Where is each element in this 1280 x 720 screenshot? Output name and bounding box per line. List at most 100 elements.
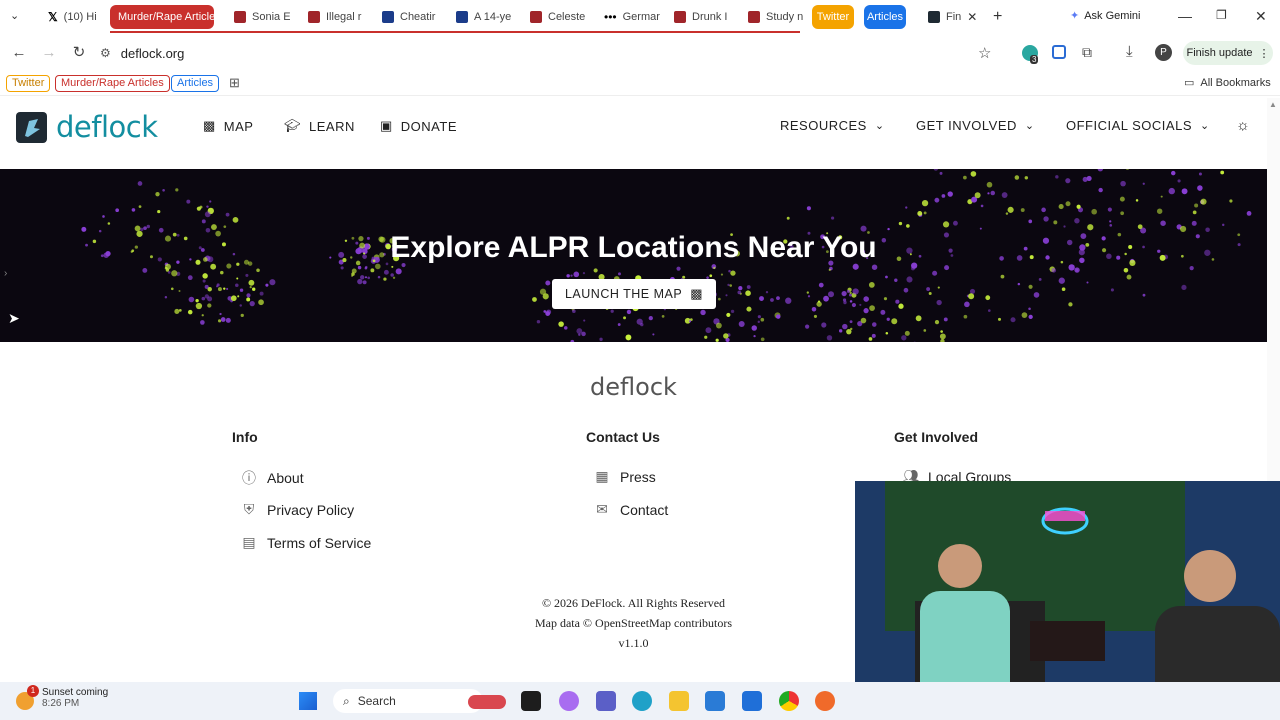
map-dot	[1119, 196, 1125, 202]
finish-update-button[interactable]: Finish update ⋮	[1183, 41, 1273, 65]
minimize-icon[interactable]: —	[1178, 8, 1192, 24]
footer-link-privacy[interactable]: ⛨ Privacy Policy	[241, 501, 354, 518]
map-dot	[933, 169, 938, 171]
tab-drunk[interactable]: Drunk I	[666, 5, 730, 29]
forward-arrow-icon[interactable]: →	[40, 44, 58, 62]
taskbar-app-icon[interactable]	[521, 691, 541, 711]
map-dot	[625, 334, 632, 341]
map-dot	[188, 296, 195, 303]
tab-celeste[interactable]: Celeste	[522, 5, 586, 29]
site-logo-text[interactable]: deflock	[56, 110, 158, 144]
nav-get-involved-dropdown[interactable]: GET INVOLVED ⌄	[916, 118, 1035, 133]
map-dot	[823, 295, 829, 302]
envelope-icon: ✉	[596, 501, 608, 517]
tab-14-year[interactable]: A 14-ye	[448, 5, 512, 29]
taskbar-sneaker-icon[interactable]	[468, 695, 506, 709]
taskbar-chrome-icon[interactable]	[779, 691, 799, 711]
map-dot	[236, 277, 239, 280]
extension-blue-icon[interactable]	[1052, 45, 1066, 59]
theme-toggle-icon[interactable]: ☼	[1236, 117, 1250, 134]
scroll-up-arrow-icon[interactable]: ▲	[1269, 100, 1277, 109]
close-window-icon[interactable]: ✕	[1255, 8, 1267, 25]
map-dot	[367, 276, 370, 280]
tab-sonia[interactable]: Sonia E	[226, 5, 290, 29]
taskbar-firefox-icon[interactable]	[815, 691, 835, 711]
map-dot	[700, 309, 706, 316]
taskbar-store-icon[interactable]	[705, 691, 725, 711]
map-dot	[1033, 292, 1040, 298]
map-dot	[728, 269, 731, 273]
map-dot	[1194, 203, 1199, 208]
map-dot	[863, 308, 869, 314]
footer-link-about[interactable]: ⓘ About	[241, 468, 304, 488]
tab-group-twitter[interactable]: Twitter	[812, 5, 854, 29]
new-tab-icon[interactable]: +	[993, 8, 1002, 26]
ask-gemini-button[interactable]: ✦ Ask Gemini	[1070, 9, 1140, 23]
bookmark-star-icon[interactable]: ☆	[978, 44, 991, 62]
map-dot	[1065, 201, 1071, 207]
map-dot	[939, 171, 943, 175]
deflock-logo-icon[interactable]	[16, 112, 47, 143]
nav-learn[interactable]: 🎓︎ LEARN	[284, 118, 355, 134]
nav-resources-dropdown[interactable]: RESOURCES ⌄	[780, 118, 885, 133]
taskbar-edge-icon[interactable]	[632, 691, 652, 711]
all-bookmarks-button[interactable]: ▭ All Bookmarks	[1184, 76, 1271, 90]
tab-study[interactable]: Study n	[740, 5, 804, 29]
map-dot	[1171, 170, 1176, 176]
reload-icon[interactable]: ↻	[70, 44, 88, 62]
footer-link-contact[interactable]: ✉ Contact	[594, 501, 668, 518]
tab-cheating[interactable]: Cheatir	[374, 5, 438, 29]
tab-group-articles[interactable]: Articles	[864, 5, 906, 29]
extension-badge: 3	[1030, 55, 1039, 64]
map-dot	[926, 287, 931, 291]
m-favicon-icon	[382, 11, 394, 23]
tab-twitter-x[interactable]: 𝕏 (10) Hi	[40, 5, 100, 29]
map-dot	[760, 337, 765, 342]
site-info-icon[interactable]: ⚙	[100, 46, 111, 60]
bookmark-twitter[interactable]: Twitter	[6, 75, 51, 92]
url-field[interactable]: ⚙ deflock.org	[100, 41, 1005, 65]
map-dot	[1160, 195, 1163, 198]
map-dot	[1074, 218, 1080, 224]
close-tab-icon[interactable]: ✕	[967, 10, 977, 24]
tab-illegal[interactable]: Illegal r	[300, 5, 364, 29]
bookmark-articles[interactable]: Articles	[171, 75, 220, 92]
tab-search-chevron-icon[interactable]: ⌄	[10, 9, 19, 22]
nav-map[interactable]: ▩ MAP	[203, 118, 253, 134]
map-dot	[239, 288, 244, 292]
map-dot	[939, 333, 946, 340]
notification-badge: 1	[27, 685, 39, 697]
apps-grid-icon[interactable]: ⊞	[229, 75, 240, 91]
map-dot	[757, 320, 760, 324]
map-dot	[652, 333, 655, 336]
taskbar-teams-icon[interactable]	[596, 691, 616, 711]
footer-logo[interactable]: deflock	[0, 373, 1267, 401]
tab-active-deflock[interactable]: Fin ✕	[920, 5, 984, 29]
map-dot	[934, 319, 940, 325]
map-dot	[738, 285, 743, 291]
bookmark-murder-rape-articles[interactable]: Murder/Rape Articles	[55, 75, 170, 92]
nav-donate[interactable]: ▣ DONATE	[380, 118, 457, 134]
map-dot	[246, 293, 251, 298]
windows-start-icon[interactable]	[299, 692, 317, 710]
download-icon[interactable]: ⤓	[1126, 43, 1133, 60]
restore-icon[interactable]: ❐	[1216, 8, 1227, 22]
tab-german[interactable]: ••• Germar	[596, 5, 660, 29]
taskbar-file-explorer-icon[interactable]	[669, 691, 689, 711]
taskbar-search[interactable]: ⌕ Search	[333, 689, 483, 713]
tab-group-murder-rape[interactable]: Murder/Rape Articles	[110, 5, 214, 29]
taskbar-mail-icon[interactable]	[742, 691, 762, 711]
taskbar-copilot-icon[interactable]	[559, 691, 579, 711]
map-dot	[821, 322, 827, 328]
back-arrow-icon[interactable]: ←	[10, 44, 28, 62]
puzzle-extensions-icon[interactable]: ⧉	[1082, 44, 1092, 61]
launch-map-button[interactable]: LAUNCH THE MAP ▩	[552, 279, 716, 309]
map-dot	[1091, 208, 1097, 215]
profile-avatar[interactable]: P	[1155, 44, 1172, 61]
newspaper-favicon-icon	[530, 11, 542, 23]
sidebar-expand-icon[interactable]: ›	[4, 268, 7, 279]
footer-link-press[interactable]: ▦ Press	[594, 468, 655, 485]
nav-official-socials-dropdown[interactable]: OFFICIAL SOCIALS ⌄	[1066, 118, 1210, 133]
map-dot	[1086, 281, 1089, 284]
footer-link-terms[interactable]: ▤ Terms of Service	[241, 534, 371, 551]
